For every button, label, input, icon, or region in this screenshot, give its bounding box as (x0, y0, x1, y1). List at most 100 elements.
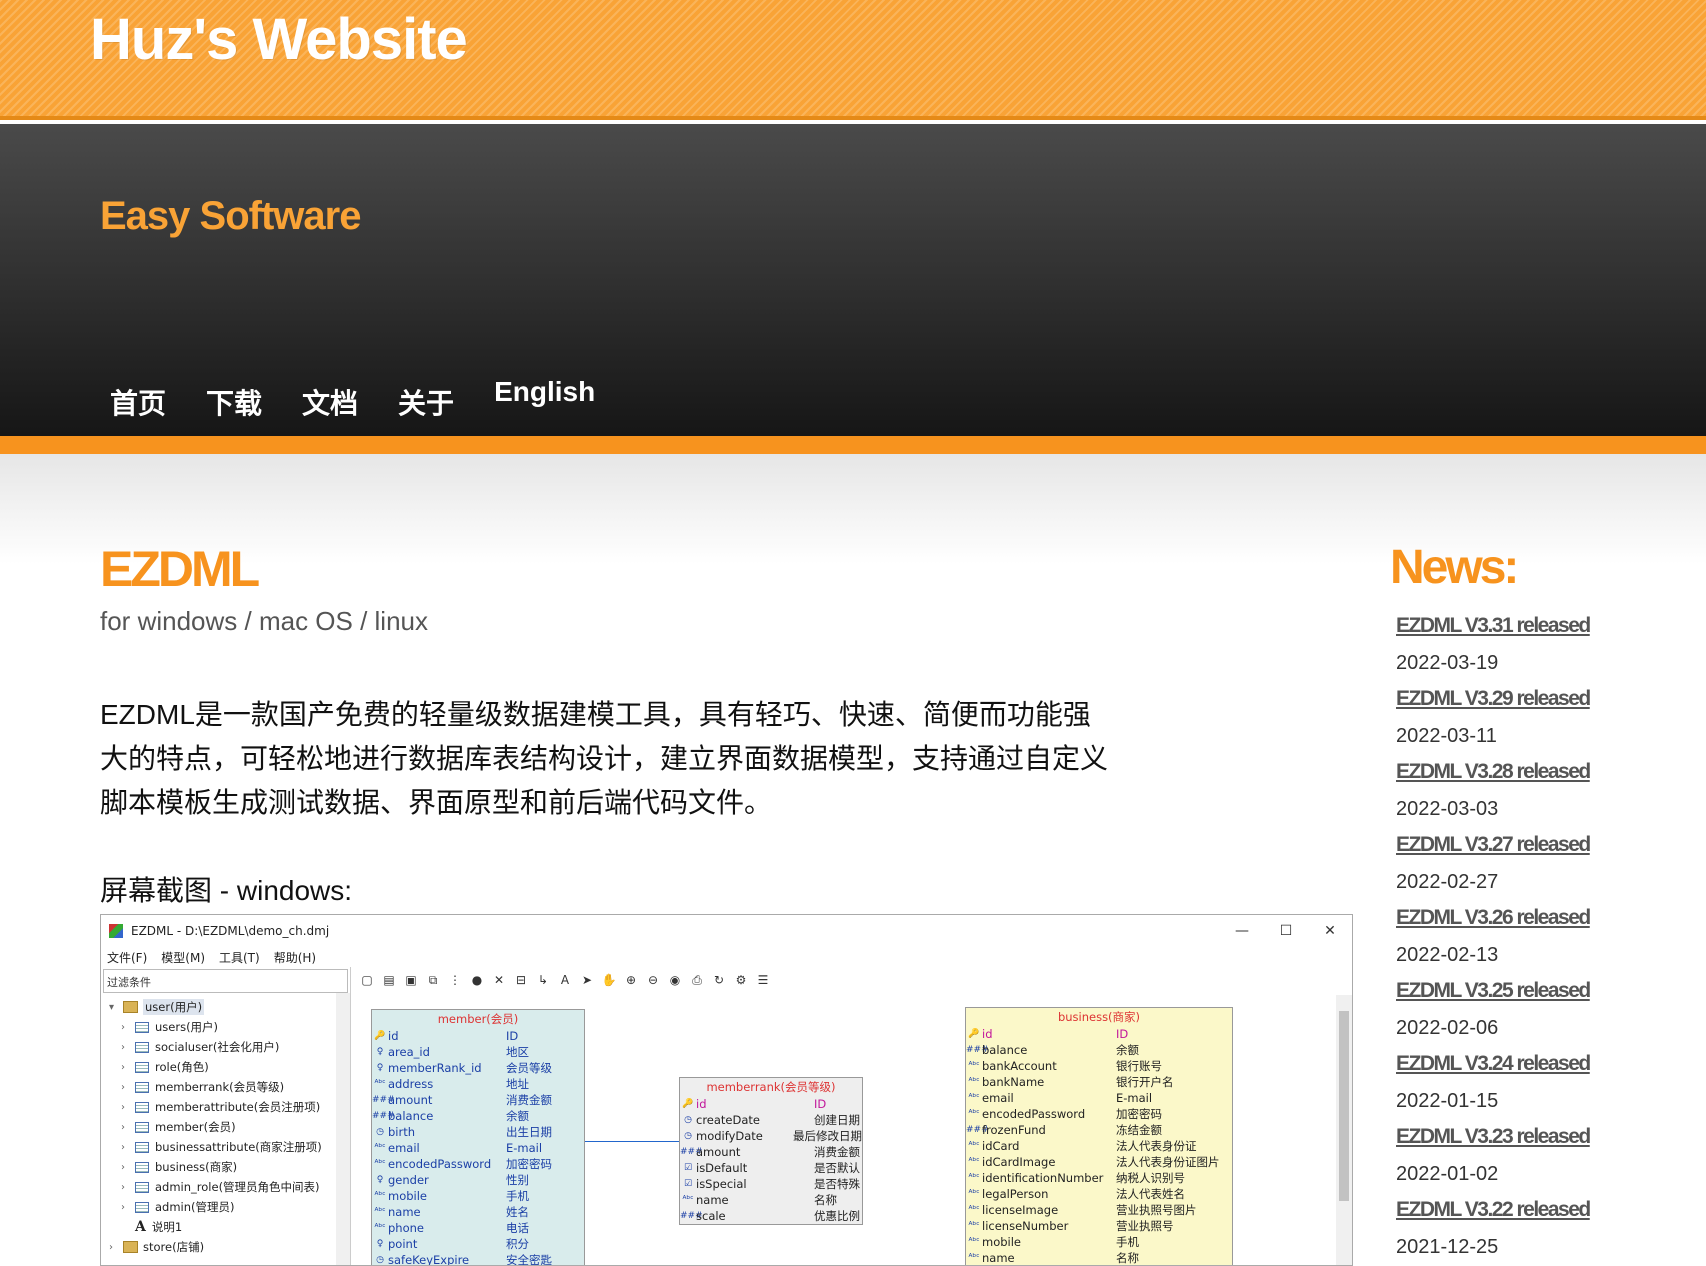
table-icon (135, 1041, 149, 1053)
news-list: EZDML V3.31 released 2022-03-19 EZDML V3.2… (1396, 609, 1690, 1266)
field-label: E-mail (506, 1141, 543, 1155)
news-item-date: 2022-02-06 (1396, 1017, 1499, 1039)
maximize-icon: ☐ (1279, 923, 1293, 939)
entity-field: ᴬᵇᶜ idCard 法人代表身份证 (966, 1138, 1232, 1154)
filter-input: 过滤条件 (103, 969, 348, 993)
site-title[interactable]: Huz's Website (90, 6, 468, 73)
chevron-right-icon: › (121, 1141, 125, 1153)
entity-field: 🔑 id ID (680, 1096, 862, 1112)
field-name: isSpecial (696, 1177, 747, 1191)
fk-icon: ♀ (376, 1063, 384, 1073)
tree-item-label: memberrank(会员等级) (155, 1080, 285, 1094)
entity-field: 🔑 id ID (966, 1026, 1232, 1042)
zoom-in-icon: ⊕ (625, 973, 637, 987)
table-icon (135, 1021, 149, 1033)
news-item-link[interactable]: EZDML V3.27 released (1396, 828, 1690, 864)
field-name: balance (982, 1043, 1028, 1057)
news-item-link[interactable]: EZDML V3.28 released (1396, 755, 1690, 791)
nav-home[interactable]: 首页 (110, 382, 166, 422)
fk-icon: ♀ (376, 1239, 384, 1249)
nav-english[interactable]: English (494, 376, 595, 416)
field-name: mobile (388, 1189, 428, 1203)
text-icon: ᴬᵇᶜ (968, 1253, 980, 1263)
entity-field: ◷ createDate 创建日期 (680, 1112, 862, 1128)
platforms-subtitle: for windows / mac OS / linux (100, 606, 428, 636)
tree-root-label: user(用户) (143, 999, 205, 1015)
chevron-right-icon: › (121, 1181, 125, 1193)
field-name: name (982, 1251, 1015, 1265)
field-name: id (388, 1029, 399, 1043)
app-menu-model: 模型(M) (161, 950, 205, 965)
field-name: idCard (982, 1139, 1020, 1153)
nav-download[interactable]: 下载 (206, 382, 262, 422)
field-label: 是否特殊 (814, 1177, 860, 1191)
field-name: area_id (388, 1045, 430, 1059)
tree-item-label: member(会员) (155, 1120, 236, 1134)
field-label: 消费金额 (814, 1145, 860, 1159)
news-item-link[interactable]: EZDML V3.24 released (1396, 1047, 1690, 1083)
tree-item: › users(用户) (101, 1017, 337, 1037)
pointer-icon: ➤ (581, 973, 593, 987)
number-icon: ### (372, 1095, 395, 1105)
field-label: 加密密码 (1116, 1107, 1162, 1121)
app-titlebar: EZDML - D:\EZDML\demo_ch.dmj — ☐ ✕ (101, 915, 1352, 947)
field-label: 优惠比例 (814, 1209, 860, 1223)
entity-field: ᴬᵇᶜ identificationNumber 纳税人识别号 (966, 1170, 1232, 1186)
tree-item-label: users(用户) (155, 1020, 219, 1034)
entity-field: ♀ point 积分 (372, 1236, 584, 1252)
chevron-right-icon: › (121, 1101, 125, 1113)
field-label: 名称 (1116, 1251, 1139, 1265)
field-name: balance (388, 1109, 434, 1123)
entity-field: ᴬᵇᶜ address 地址 (372, 1076, 584, 1092)
field-name: createDate (696, 1113, 760, 1127)
open-icon: ▤ (383, 973, 395, 987)
text-icon: A (135, 1219, 146, 1235)
news-item-link[interactable]: EZDML V3.23 released (1396, 1120, 1690, 1156)
field-name: isDefault (696, 1161, 748, 1175)
news-item-link[interactable]: EZDML V3.29 released (1396, 682, 1690, 718)
tree-item: › memberrank(会员等级) (101, 1077, 337, 1097)
date-icon: ◷ (376, 1255, 384, 1265)
field-label: ID (1116, 1027, 1129, 1041)
app-screenshot: EZDML - D:\EZDML\demo_ch.dmj — ☐ ✕ 文件(F)… (100, 914, 1353, 1266)
entity-field: ᴬᵇᶜ licenseNumber 营业执照号 (966, 1218, 1232, 1234)
entity-field: ᴬᵇᶜ name 姓名 (372, 1204, 584, 1220)
copy-icon: ⧉ (428, 973, 438, 987)
field-label: 法人代表姓名 (1116, 1187, 1185, 1201)
field-label: 手机 (1116, 1235, 1139, 1249)
hand-icon: ✋ (601, 973, 617, 987)
app-menu-help: 帮助(H) (273, 950, 317, 965)
main-nav: 首页 下载 文档 关于 English (110, 376, 635, 422)
number-icon: ### (966, 1125, 989, 1135)
field-name: email (388, 1141, 420, 1155)
field-name: name (696, 1193, 729, 1207)
entity-field: ◷ safeKeyExpire 安全密匙 (372, 1252, 584, 1266)
news-item-link[interactable]: EZDML V3.25 released (1396, 974, 1690, 1010)
tree-store-label: store(店铺) (143, 1240, 205, 1254)
nav-about[interactable]: 关于 (398, 382, 454, 422)
chevron-right-icon: › (121, 1121, 125, 1133)
window-controls: — ☐ ✕ (1220, 923, 1352, 939)
field-label: 名称 (814, 1193, 837, 1207)
field-label: 创建日期 (814, 1113, 860, 1127)
entity-field: ᴬᵇᶜ name 名称 (966, 1250, 1232, 1265)
tree-item: › role(角色) (101, 1057, 337, 1077)
field-label: 纳税人识别号 (1116, 1171, 1185, 1185)
news-item-link[interactable]: EZDML V3.22 released (1396, 1193, 1690, 1229)
news-item-link[interactable]: EZDML V3.26 released (1396, 901, 1690, 937)
nav-docs[interactable]: 文档 (302, 382, 358, 422)
screenshot-heading: 屏幕截图 - windows: (100, 875, 353, 906)
checkbox-icon: ☑ (683, 1179, 693, 1189)
field-name: encodedPassword (982, 1107, 1086, 1121)
chevron-right-icon: › (121, 1041, 125, 1053)
entity-field: ᴬᵇᶜ email E-mail (966, 1090, 1232, 1106)
text-icon: ᴬᵇᶜ (374, 1223, 386, 1233)
tree-store: › store(店铺) (101, 1237, 337, 1257)
news-item-link[interactable]: EZDML V3.31 released (1396, 609, 1690, 645)
table-icon (135, 1121, 149, 1133)
field-label: ID (506, 1029, 519, 1043)
table-icon (135, 1081, 149, 1093)
field-name: safeKeyExpire (388, 1253, 470, 1266)
field-name: birth (388, 1125, 416, 1139)
table-icon (135, 1161, 149, 1173)
